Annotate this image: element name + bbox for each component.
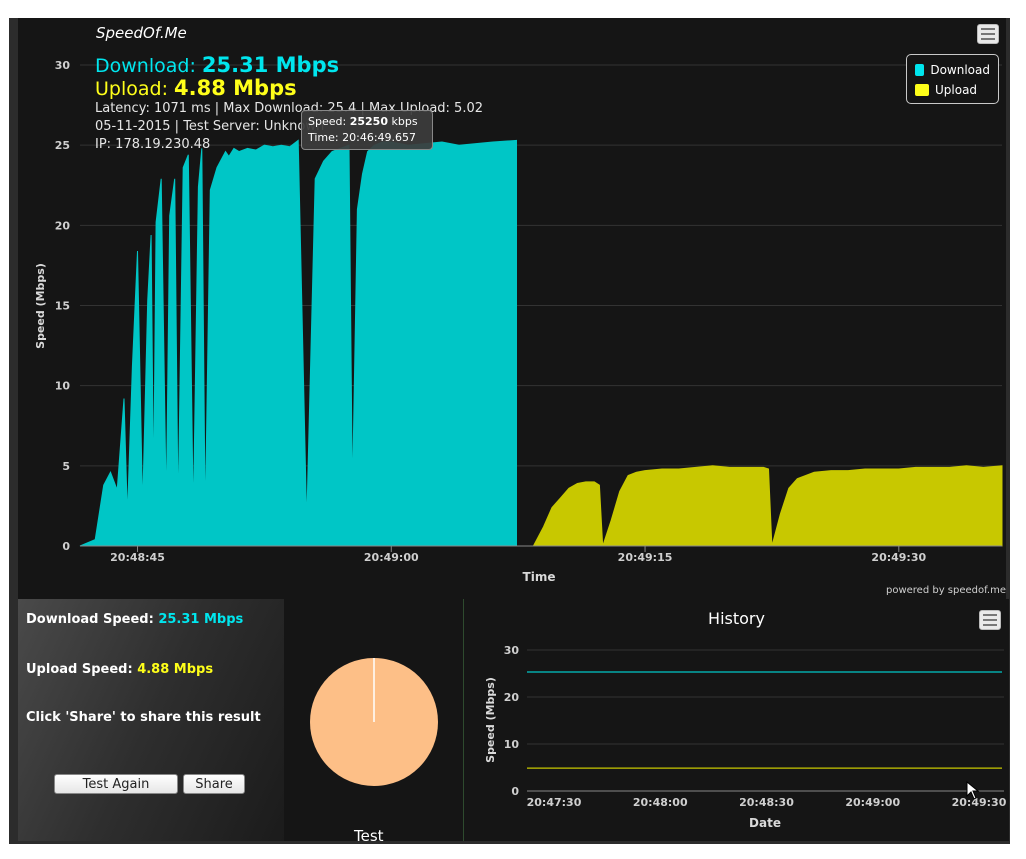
x-tick-label: 20:49:00 bbox=[364, 551, 419, 564]
chart-legend: Download Upload bbox=[906, 54, 999, 104]
pie-panel: Test bbox=[284, 599, 463, 841]
test-again-button[interactable]: Test Again bbox=[54, 774, 178, 794]
upload-speed-stat: Upload Speed: 4.88 Mbps bbox=[26, 662, 213, 677]
chart-tooltip: Speed: 25250 kbps Time: 20:46:49.657 bbox=[301, 110, 433, 150]
history-x-tick-label: 20:47:30 bbox=[527, 796, 582, 809]
download-swatch bbox=[915, 64, 925, 76]
history-x-tick-label: 20:49:00 bbox=[845, 796, 900, 809]
mouse-pointer-icon bbox=[966, 781, 980, 800]
share-hint: Click 'Share' to share this result bbox=[26, 710, 261, 725]
y-tick-label: 25 bbox=[55, 139, 70, 152]
history-menu-button[interactable] bbox=[979, 610, 1001, 630]
download-summary-label: Download: bbox=[95, 55, 196, 77]
hamburger-menu-icon bbox=[981, 28, 995, 30]
y-tick-label: 15 bbox=[55, 300, 70, 313]
upload-summary: Upload: 4.88 Mbps bbox=[95, 77, 483, 100]
upload-swatch bbox=[915, 84, 929, 96]
download-speed-label: Download Speed: bbox=[26, 612, 154, 627]
history-x-tick-label: 20:48:00 bbox=[633, 796, 688, 809]
history-panel: 0 10 20 30 20:47:30 20:48:00 20:48:30 20:49:00 2… bbox=[463, 599, 1009, 841]
pie-chart bbox=[310, 658, 438, 786]
history-y-axis-title: Speed (Mbps) bbox=[484, 677, 497, 763]
upload-speed-value: 4.88 Mbps bbox=[137, 662, 214, 677]
download-summary-value: 25.31 Mbps bbox=[201, 53, 340, 77]
history-chart: 010203020:47:30 20:48:00 20:48:30 20:49:00 2… bbox=[484, 644, 1007, 830]
download-summary: Download: 25.31 Mbps bbox=[95, 54, 483, 77]
tooltip-speed-value: 25250 bbox=[349, 115, 388, 128]
y-tick-label: 5 bbox=[62, 460, 70, 473]
history-x-axis-title: Date bbox=[749, 816, 781, 830]
powered-by-link[interactable]: powered by speedof.me bbox=[886, 585, 1006, 596]
y-tick-label: 20 bbox=[55, 219, 71, 232]
history-y-tick-label: 10 bbox=[504, 738, 520, 751]
legend-item-download[interactable]: Download bbox=[915, 60, 990, 80]
tooltip-time-label: Time: bbox=[308, 131, 339, 144]
brand-title: SpeedOf.Me bbox=[96, 24, 187, 42]
tooltip-time: Time: 20:46:49.657 bbox=[308, 130, 426, 146]
tooltip-speed-unit: kbps bbox=[391, 115, 418, 128]
history-y-tick-label: 30 bbox=[504, 644, 520, 657]
tooltip-time-value: 20:46:49.657 bbox=[342, 131, 417, 144]
legend-download-label: Download bbox=[930, 63, 990, 77]
x-tick-label: 20:49:30 bbox=[871, 551, 926, 564]
history-y-tick-label: 0 bbox=[511, 785, 519, 798]
pie-title: Test bbox=[354, 827, 384, 841]
tooltip-speed: Speed: 25250 kbps bbox=[308, 114, 426, 130]
y-axis-title: Speed (Mbps) bbox=[34, 263, 47, 349]
x-axis-title: Time bbox=[523, 570, 556, 584]
y-tick-label: 10 bbox=[55, 380, 71, 393]
download-speed-stat: Download Speed: 25.31 Mbps bbox=[26, 612, 243, 627]
download-speed-value: 25.31 Mbps bbox=[158, 612, 244, 627]
download-series-area bbox=[79, 139, 517, 547]
share-button[interactable]: Share bbox=[183, 774, 245, 794]
x-tick-label: 20:49:15 bbox=[618, 551, 673, 564]
y-tick-label: 0 bbox=[62, 540, 70, 553]
history-y-tick-label: 20 bbox=[504, 691, 520, 704]
chart-menu-button[interactable] bbox=[977, 24, 999, 44]
upload-summary-label: Upload: bbox=[95, 78, 168, 100]
legend-upload-label: Upload bbox=[935, 83, 978, 97]
hamburger-menu-icon bbox=[983, 614, 997, 616]
upload-series-area bbox=[516, 465, 1003, 547]
tooltip-speed-label: Speed: bbox=[308, 115, 347, 128]
y-tick-label: 30 bbox=[55, 59, 71, 72]
upload-summary-value: 4.88 Mbps bbox=[174, 76, 297, 100]
speed-chart-panel: 0 5 10 15 20 25 30 20:48:45 20:49:00 20:49:15 20:4… bbox=[18, 18, 1006, 599]
history-x-tick-label: 20:48:30 bbox=[739, 796, 794, 809]
x-tick-label: 20:48:45 bbox=[110, 551, 165, 564]
history-title: History bbox=[708, 609, 765, 628]
results-panel: Download Speed: 25.31 Mbps Upload Speed:… bbox=[18, 599, 284, 841]
upload-speed-label: Upload Speed: bbox=[26, 662, 133, 677]
legend-item-upload[interactable]: Upload bbox=[915, 80, 990, 100]
